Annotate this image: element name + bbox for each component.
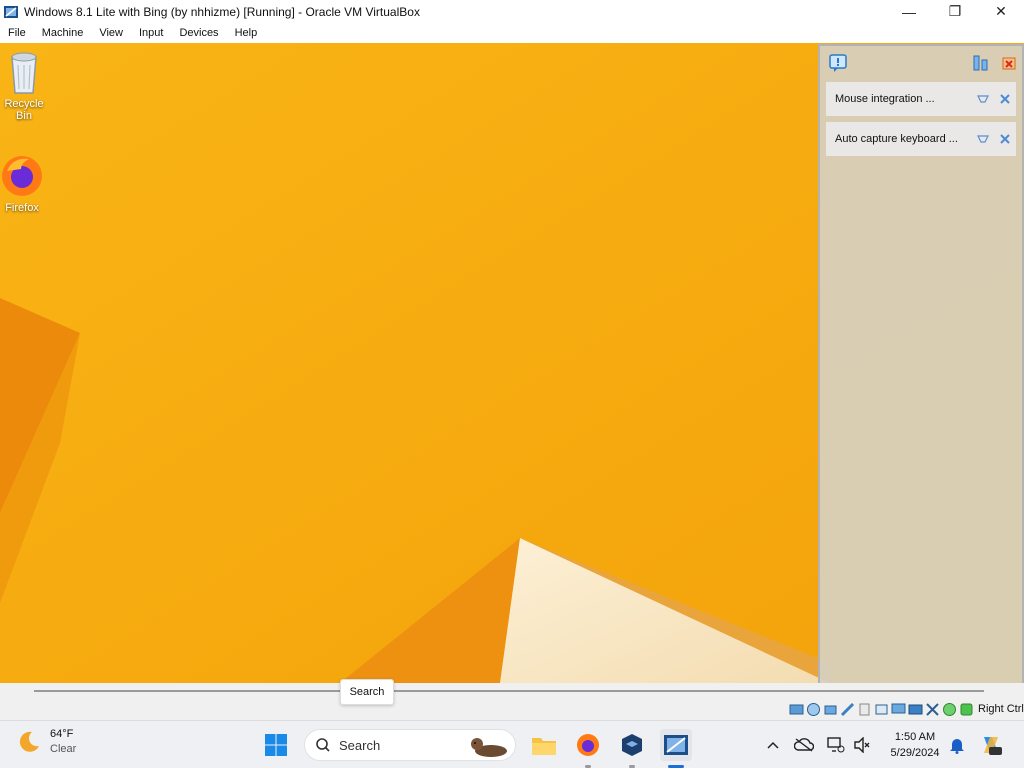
tray-onedrive[interactable] xyxy=(791,729,817,761)
menu-file[interactable]: File xyxy=(0,27,34,39)
weather-widget[interactable]: 64°F Clear xyxy=(16,727,76,757)
recording-icon[interactable] xyxy=(924,701,940,717)
search-tooltip: Search xyxy=(340,679,394,705)
status-indicators: Right Ctrl xyxy=(788,701,1024,717)
start-button[interactable] xyxy=(260,729,292,761)
video-capture-icon[interactable] xyxy=(907,701,923,717)
pin-icon[interactable] xyxy=(972,133,994,145)
display-icon[interactable] xyxy=(890,701,906,717)
minimize-button[interactable]: — xyxy=(886,0,932,23)
clock-date: 5/29/2024 xyxy=(890,747,940,759)
otter-highlight-icon xyxy=(471,738,507,757)
cloud-offline-icon xyxy=(794,738,814,752)
desktop-icon-recycle-bin[interactable]: Recycle Bin xyxy=(0,49,52,122)
mouse-integration-icon[interactable] xyxy=(958,701,974,717)
copilot-button[interactable] xyxy=(978,729,1004,761)
chevron-up-icon xyxy=(767,741,779,749)
taskbar-firefox[interactable] xyxy=(572,729,604,761)
desktop-icon-label: Firefox xyxy=(5,202,39,214)
close-notification-icon[interactable] xyxy=(994,134,1016,144)
clock-time: 1:50 AM xyxy=(894,731,936,743)
minimize-icon: — xyxy=(902,3,916,20)
usb-icon[interactable] xyxy=(856,701,872,717)
tray-network[interactable] xyxy=(823,729,849,761)
shared-folder-icon[interactable] xyxy=(873,701,889,717)
moon-icon xyxy=(19,731,39,752)
notification-item[interactable]: Auto capture keyboard ... xyxy=(826,122,1016,156)
desktop-icon-label: Recycle Bin xyxy=(4,98,44,122)
taskbar-vm-window[interactable] xyxy=(660,729,692,761)
maximize-button[interactable]: ❐ xyxy=(932,0,978,23)
close-button[interactable]: ✕ xyxy=(978,0,1024,23)
recycle-bin-icon xyxy=(11,52,37,94)
cpu-icon[interactable] xyxy=(941,701,957,717)
notifications-button[interactable] xyxy=(944,729,970,761)
network-icon[interactable] xyxy=(839,701,855,717)
desktop-icon-firefox[interactable]: Firefox xyxy=(0,153,50,214)
host-key-label: Right Ctrl xyxy=(978,703,1024,715)
hard-disk-icon[interactable] xyxy=(788,701,804,717)
weather-condition: Clear xyxy=(50,743,77,755)
title-bar: Windows 8.1 Lite with Bing (by nhhizme) … xyxy=(0,0,1024,23)
notification-text: Auto capture keyboard ... xyxy=(835,133,958,145)
bell-icon xyxy=(950,739,964,754)
notification-panel-header xyxy=(820,46,1022,80)
restore-icon: ❐ xyxy=(948,3,962,19)
tray-volume[interactable] xyxy=(849,729,875,761)
audio-icon[interactable] xyxy=(822,701,838,717)
notification-item[interactable]: Mouse integration ... xyxy=(826,82,1016,116)
sort-icon[interactable] xyxy=(972,54,990,72)
speaker-muted-icon xyxy=(854,737,870,753)
menu-view[interactable]: View xyxy=(91,27,131,39)
menu-devices[interactable]: Devices xyxy=(171,27,226,39)
taskbar: 64°F Clear Search 1:50 AM 5/29/2024 xyxy=(0,720,1024,768)
show-hidden-icons-button[interactable] xyxy=(760,729,786,761)
notification-bell-icon[interactable] xyxy=(828,53,848,73)
window-title: Windows 8.1 Lite with Bing (by nhhizme) … xyxy=(24,4,420,19)
pin-icon[interactable] xyxy=(972,93,994,105)
taskbar-file-explorer[interactable] xyxy=(528,729,560,761)
menu-help[interactable]: Help xyxy=(227,27,266,39)
taskbar-virtualbox[interactable] xyxy=(616,729,648,761)
clear-all-icon[interactable] xyxy=(1000,54,1018,72)
vm-window-icon xyxy=(664,735,688,755)
menu-input[interactable]: Input xyxy=(131,27,171,39)
virtualbox-icon xyxy=(622,734,642,756)
close-notification-icon[interactable] xyxy=(994,94,1016,104)
search-label: Search xyxy=(339,737,381,753)
taskbar-search-box[interactable]: Search xyxy=(304,729,516,761)
windows-logo-icon xyxy=(265,734,287,756)
firefox-icon xyxy=(577,734,599,756)
network-status-icon xyxy=(827,737,845,753)
notification-center-panel: Mouse integration ... Auto capture keybo… xyxy=(818,44,1024,696)
vm-status-bar: Search Right Ctrl xyxy=(0,679,1024,720)
search-icon xyxy=(316,738,330,752)
system-clock[interactable]: 1:50 AM 5/29/2024 xyxy=(884,729,946,761)
file-explorer-icon xyxy=(532,738,556,755)
firefox-icon xyxy=(2,156,42,196)
notification-text: Mouse integration ... xyxy=(835,93,935,105)
optical-drive-icon[interactable] xyxy=(805,701,821,717)
virtualbox-window-icon xyxy=(4,5,18,18)
weather-temperature: 64°F xyxy=(50,728,74,740)
close-icon: ✕ xyxy=(995,3,1007,19)
menu-machine[interactable]: Machine xyxy=(34,27,92,39)
copilot-icon xyxy=(984,737,1002,755)
menu-bar: File Machine View Input Devices Help xyxy=(0,23,1024,43)
status-divider xyxy=(34,690,984,692)
